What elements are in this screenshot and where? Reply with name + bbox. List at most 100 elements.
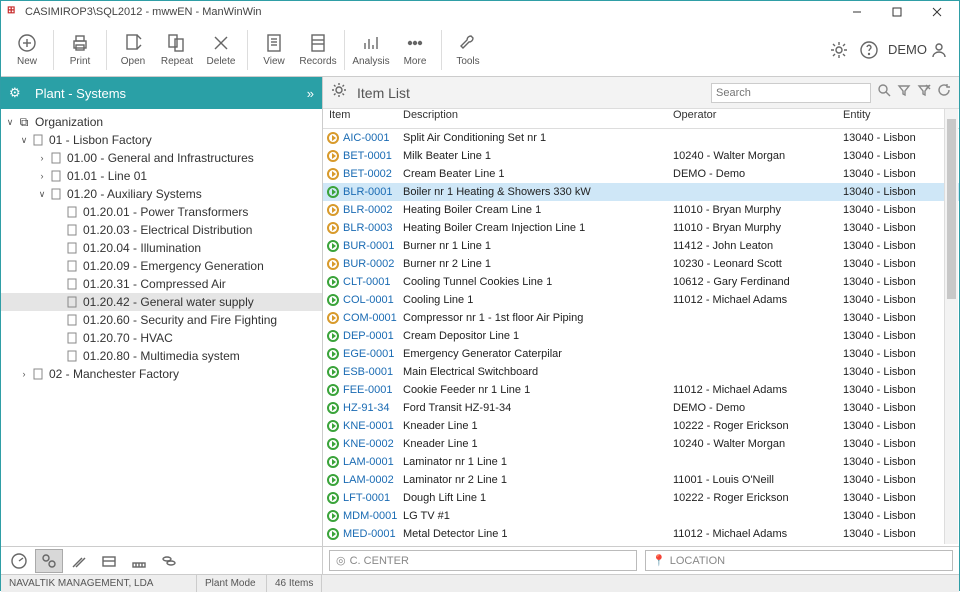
- tree-leaf[interactable]: 01.20.01 - Power Transformers: [1, 203, 322, 221]
- status-icon: [327, 438, 339, 450]
- location-filter[interactable]: 📍LOCATION: [645, 550, 953, 571]
- search-icon[interactable]: [877, 83, 891, 102]
- status-icon: [327, 456, 339, 468]
- doc-icon: [49, 169, 63, 183]
- table-row[interactable]: BLR-0003Heating Boiler Cream Injection L…: [323, 219, 959, 237]
- table-row[interactable]: LFT-0001Dough Lift Line 110222 - Roger E…: [323, 489, 959, 507]
- col-desc[interactable]: Description: [403, 109, 673, 128]
- table-row[interactable]: KNE-0001Kneader Line 110222 - Roger Eric…: [323, 417, 959, 435]
- grid-body[interactable]: AIC-0001Split Air Conditioning Set nr 11…: [323, 129, 959, 546]
- tree-leaf[interactable]: 01.20.42 - General water supply: [1, 293, 322, 311]
- col-op[interactable]: Operator: [673, 109, 843, 128]
- table-row[interactable]: LAM-0002Laminator nr 2 Line 111001 - Lou…: [323, 471, 959, 489]
- gear-icon: [331, 82, 349, 103]
- doc-icon: [31, 133, 45, 147]
- filter-clear-icon[interactable]: [917, 83, 931, 102]
- col-ent[interactable]: Entity: [843, 109, 943, 128]
- table-row[interactable]: KNE-0002Kneader Line 110240 - Walter Mor…: [323, 435, 959, 453]
- tree-node[interactable]: ›02 - Manchester Factory: [1, 365, 322, 383]
- table-row[interactable]: DEP-0001Cream Depositor Line 113040 - Li…: [323, 327, 959, 345]
- table-row[interactable]: BET-0002Cream Beater Line 1DEMO - Demo13…: [323, 165, 959, 183]
- status-company: NAVALTIK MANAGEMENT, LDA: [1, 575, 197, 592]
- table-row[interactable]: LAM-0001Laminator nr 1 Line 113040 - Lis…: [323, 453, 959, 471]
- table-row[interactable]: BLR-0001Boiler nr 1 Heating & Showers 33…: [323, 183, 959, 201]
- status-icon: [327, 294, 339, 306]
- status-icon: [327, 384, 339, 396]
- tree-leaf[interactable]: 01.20.60 - Security and Fire Fighting: [1, 311, 322, 329]
- table-row[interactable]: MDM-0001LG TV #113040 - Lisbon: [323, 507, 959, 525]
- table-row[interactable]: BUR-0002Burner nr 2 Line 110230 - Leonar…: [323, 255, 959, 273]
- tree-leaf[interactable]: 01.20.31 - Compressed Air: [1, 275, 322, 293]
- tree-leaf[interactable]: 01.20.70 - HVAC: [1, 329, 322, 347]
- gauge-icon[interactable]: [5, 549, 33, 573]
- filter-icon[interactable]: [897, 83, 911, 102]
- records-button[interactable]: Records: [296, 25, 340, 75]
- plant-icon: ⚙: [9, 85, 27, 101]
- help-icon[interactable]: [858, 39, 880, 61]
- tree-leaf[interactable]: 01.20.80 - Multimedia system: [1, 347, 322, 365]
- status-icon: [327, 492, 339, 504]
- gears-icon[interactable]: [35, 549, 63, 573]
- search-input[interactable]: [711, 83, 871, 103]
- package-icon[interactable]: [95, 549, 123, 573]
- more-button[interactable]: More: [393, 25, 437, 75]
- tools-button[interactable]: Tools: [446, 25, 490, 75]
- doc-icon: [65, 349, 79, 363]
- print-button[interactable]: Print: [58, 25, 102, 75]
- table-row[interactable]: BUR-0001Burner nr 1 Line 111412 - John L…: [323, 237, 959, 255]
- tree[interactable]: ∨⧉Organization ∨01 - Lisbon Factory ›01.…: [1, 109, 322, 546]
- user-label[interactable]: DEMO: [888, 42, 947, 58]
- status-icon: [327, 150, 339, 162]
- coins-icon[interactable]: [155, 549, 183, 573]
- status-icon: [327, 402, 339, 414]
- refresh-icon[interactable]: [937, 83, 951, 102]
- status-icon: [327, 258, 339, 270]
- tree-leaf[interactable]: 01.20.09 - Emergency Generation: [1, 257, 322, 275]
- maximize-button[interactable]: [877, 1, 917, 23]
- list-header: Item List: [323, 77, 959, 109]
- chevron-down-icon[interactable]: »: [307, 86, 314, 101]
- status-icon: [327, 204, 339, 216]
- tree-node[interactable]: ∨01 - Lisbon Factory: [1, 131, 322, 149]
- vertical-scrollbar[interactable]: [944, 109, 958, 544]
- table-row[interactable]: BLR-0002Heating Boiler Cream Line 111010…: [323, 201, 959, 219]
- tree-node[interactable]: ∨01.20 - Auxiliary Systems: [1, 185, 322, 203]
- table-row[interactable]: MED-0001Metal Detector Line 111012 - Mic…: [323, 525, 959, 543]
- tree-node[interactable]: ›01.01 - Line 01: [1, 167, 322, 185]
- tree-leaf[interactable]: 01.20.04 - Illumination: [1, 239, 322, 257]
- table-row[interactable]: ESB-0001Main Electrical Switchboard13040…: [323, 363, 959, 381]
- delete-button[interactable]: Delete: [199, 25, 243, 75]
- table-row[interactable]: COM-0001Compressor nr 1 - 1st floor Air …: [323, 309, 959, 327]
- table-row[interactable]: BET-0001Milk Beater Line 110240 - Walter…: [323, 147, 959, 165]
- close-button[interactable]: [917, 1, 957, 23]
- table-row[interactable]: EGE-0001Emergency Generator Caterpilar13…: [323, 345, 959, 363]
- repeat-button[interactable]: Repeat: [155, 25, 199, 75]
- tools-icon[interactable]: [65, 549, 93, 573]
- tree-node[interactable]: ›01.00 - General and Infrastructures: [1, 149, 322, 167]
- doc-icon: [65, 331, 79, 345]
- tree-leaf[interactable]: 01.20.03 - Electrical Distribution: [1, 221, 322, 239]
- doc-icon: [65, 295, 79, 309]
- left-bottom-toolbar: [1, 546, 322, 574]
- pin-icon: 📍: [652, 554, 666, 567]
- new-button[interactable]: New: [5, 25, 49, 75]
- analysis-button[interactable]: Analysis: [349, 25, 393, 75]
- col-item[interactable]: Item: [323, 109, 403, 128]
- right-panel: Item List Item Description Operator Enti…: [323, 77, 959, 574]
- table-row[interactable]: HZ-91-34Ford Transit HZ-91-34DEMO - Demo…: [323, 399, 959, 417]
- left-panel-title: Plant - Systems: [35, 86, 126, 101]
- table-row[interactable]: FEE-0001Cookie Feeder nr 1 Line 111012 -…: [323, 381, 959, 399]
- ruler-icon[interactable]: [125, 549, 153, 573]
- view-button[interactable]: View: [252, 25, 296, 75]
- table-row[interactable]: COL-0001Cooling Line 111012 - Michael Ad…: [323, 291, 959, 309]
- settings-icon[interactable]: [828, 39, 850, 61]
- table-row[interactable]: CLT-0001Cooling Tunnel Cookies Line 1106…: [323, 273, 959, 291]
- open-button[interactable]: Open: [111, 25, 155, 75]
- minimize-button[interactable]: [837, 1, 877, 23]
- left-panel-header[interactable]: ⚙ Plant - Systems »: [1, 77, 322, 109]
- tree-org[interactable]: ∨⧉Organization: [1, 113, 322, 131]
- cost-center-filter[interactable]: ◎C. CENTER: [329, 550, 637, 571]
- status-icon: [327, 240, 339, 252]
- table-row[interactable]: AIC-0001Split Air Conditioning Set nr 11…: [323, 129, 959, 147]
- list-title: Item List: [357, 85, 410, 101]
